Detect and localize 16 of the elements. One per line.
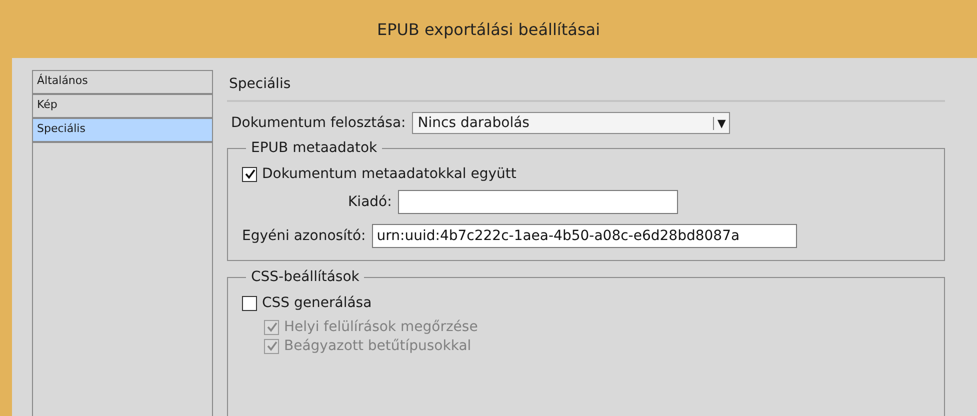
split-dropdown[interactable]: Nincs darabolás ▼ <box>412 112 730 134</box>
publisher-field[interactable] <box>398 190 678 214</box>
window-title: EPUB exportálási beállításai <box>376 20 600 38</box>
field-label: Egyéni azonosító: <box>242 228 366 244</box>
checkbox-label[interactable]: CSS generálása <box>262 295 372 311</box>
checkbox[interactable] <box>242 166 257 182</box>
group-title: CSS-beállítások <box>250 269 360 285</box>
section-heading: Speciális <box>227 70 945 102</box>
identifier-field[interactable]: urn:uuid:4b7c222c-1aea-4b50-a08c-e6d28bd8087a <box>372 224 797 248</box>
category-item[interactable]: Speciális <box>33 119 212 143</box>
checkbox[interactable] <box>242 296 257 310</box>
field-label: Dokumentum felosztása: <box>231 115 406 131</box>
field-label: Kiadó: <box>348 194 392 210</box>
group-title: EPUB metaadatok <box>250 140 378 156</box>
checkbox-label[interactable]: Dokumentum metaadatokkal együtt <box>262 166 516 182</box>
category-item[interactable]: Általános <box>33 71 212 95</box>
